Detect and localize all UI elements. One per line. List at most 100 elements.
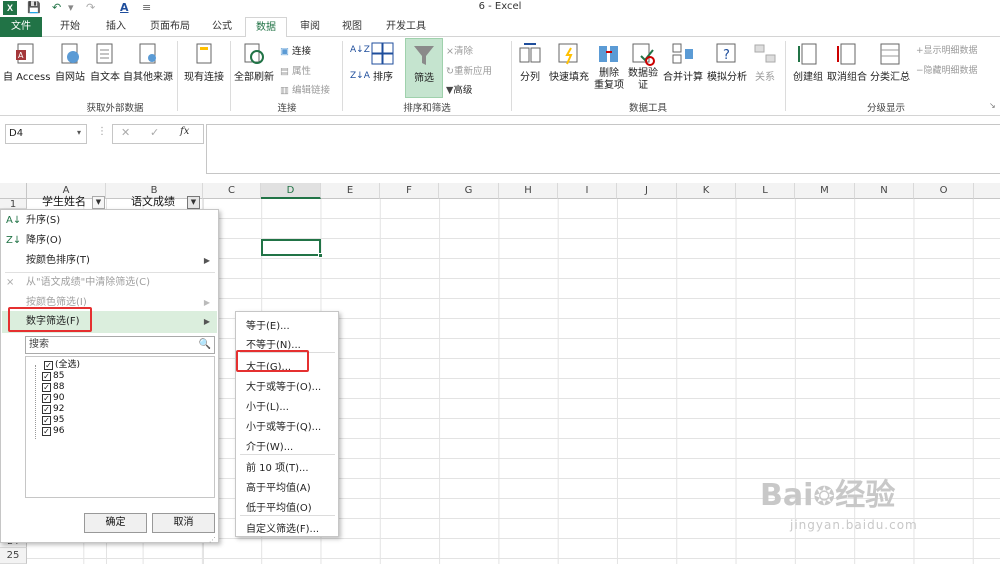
advanced-button[interactable]: ▼高级 xyxy=(446,82,472,96)
relationships-button[interactable]: 关系 xyxy=(750,42,780,83)
edit-links-button[interactable]: ▥ 编辑链接 xyxy=(280,82,330,96)
row-header-25[interactable]: 25 xyxy=(0,548,27,564)
web-icon xyxy=(61,43,79,64)
column-header-h[interactable]: H xyxy=(499,183,558,199)
tab-review[interactable]: 审阅 xyxy=(292,17,328,37)
insert-function-button[interactable]: fx xyxy=(180,126,189,137)
remove-duplicates-button[interactable]: 删除 重复项 xyxy=(592,42,626,92)
column-header-f[interactable]: F xyxy=(380,183,439,199)
tab-insert[interactable]: 插入 xyxy=(96,17,136,37)
below-average-item[interactable]: 低于平均值(O) xyxy=(246,499,312,514)
name-box[interactable]: D4 xyxy=(5,124,87,144)
resize-grip-icon[interactable]: ⋰ xyxy=(209,536,216,544)
from-text-label: 自文本 xyxy=(90,72,120,83)
existing-connections-button[interactable]: 现有连接 xyxy=(181,42,227,83)
from-text-button[interactable]: 自文本 xyxy=(88,42,122,83)
column-header-n[interactable]: N xyxy=(855,183,914,199)
not-equals-item[interactable]: 不等于(N)... xyxy=(246,336,301,351)
column-header-j[interactable]: J xyxy=(617,183,677,199)
between-item[interactable]: 介于(W)... xyxy=(246,438,293,453)
tab-formulas[interactable]: 公式 xyxy=(204,17,240,37)
cancel-button[interactable]: 取消 xyxy=(152,513,215,533)
ungroup-button[interactable]: 取消组合 xyxy=(826,42,868,83)
dialog-launcher-icon[interactable]: ↘ xyxy=(989,101,996,110)
more-options-icon[interactable]: ⋮ xyxy=(97,126,107,137)
show-detail-button[interactable]: +显示明细数据 xyxy=(916,43,978,56)
column-header-k[interactable]: K xyxy=(677,183,736,199)
column-header-e[interactable]: E xyxy=(321,183,380,199)
what-if-analysis-button[interactable]: ? 模拟分析 xyxy=(705,42,749,83)
hide-detail-button[interactable]: −隐藏明细数据 xyxy=(916,63,978,76)
group-button[interactable]: 创建组 xyxy=(790,42,826,83)
connections-button[interactable]: ▣ 连接 xyxy=(280,43,311,57)
sort-button[interactable]: 排序 xyxy=(369,42,397,83)
filter-dropdown-b-icon[interactable]: ▼ xyxy=(187,196,200,209)
top-10-item[interactable]: 前 10 项(T)... xyxy=(246,459,309,474)
cancel-icon[interactable]: ✕ xyxy=(121,126,130,139)
custom-filter-item[interactable]: 自定义筛选(F)... xyxy=(246,520,319,535)
ok-button[interactable]: 确定 xyxy=(84,513,147,533)
data-validation-button[interactable]: 数据验 证 xyxy=(626,42,660,92)
list-item[interactable]: ✓ 92 xyxy=(42,404,64,415)
name-box-dropdown-icon[interactable]: ▾ xyxy=(77,128,81,137)
above-average-item[interactable]: 高于平均值(A) xyxy=(246,479,311,494)
less-or-equal-item[interactable]: 小于或等于(Q)... xyxy=(246,418,321,433)
clear-filter-item[interactable]: ⨯ 从"语文成绩"中清除筛选(C) xyxy=(2,273,217,293)
tab-home[interactable]: 开始 xyxy=(50,17,90,37)
list-item[interactable]: ✓ 88 xyxy=(42,382,64,393)
filter-button[interactable]: 筛选 xyxy=(405,38,443,98)
sort-by-color-item[interactable]: 按颜色排序(T) ▶ xyxy=(2,251,217,271)
flash-fill-button[interactable]: 快速填充 xyxy=(547,42,591,83)
list-item[interactable]: ✓ 96 xyxy=(42,426,64,437)
fill-handle[interactable] xyxy=(318,253,323,258)
tab-developer[interactable]: 开发工具 xyxy=(378,17,434,37)
column-header-g[interactable]: G xyxy=(439,183,499,199)
column-header-c[interactable]: C xyxy=(203,183,261,199)
column-header-i[interactable]: I xyxy=(558,183,617,199)
column-header-o[interactable]: O xyxy=(914,183,974,199)
sort-ascending-item[interactable]: A↓ 升序(S) xyxy=(2,211,217,231)
column-header-p[interactable] xyxy=(974,183,1000,199)
enter-icon[interactable]: ✓ xyxy=(150,126,159,139)
formula-input[interactable] xyxy=(206,124,1000,174)
filter-search-input[interactable]: 搜索 🔍 xyxy=(25,336,215,354)
from-web-button[interactable]: 自网站 xyxy=(52,42,88,83)
properties-button[interactable]: ▤ 属性 xyxy=(280,63,311,77)
what-if-label: 模拟分析 xyxy=(707,72,747,83)
sort-za-icon[interactable]: Z↓A xyxy=(350,71,370,81)
sort-descending-item[interactable]: Z↓ 降序(O) xyxy=(2,231,217,251)
tab-page-layout[interactable]: 页面布局 xyxy=(142,17,198,37)
column-header-l[interactable]: L xyxy=(736,183,795,199)
from-web-label: 自网站 xyxy=(55,72,85,83)
refresh-all-button[interactable]: 全部刷新 xyxy=(233,42,275,83)
column-header-m[interactable]: M xyxy=(795,183,855,199)
from-other-sources-button[interactable]: 自其他来源 xyxy=(122,42,174,83)
list-item[interactable]: ✓ 90 xyxy=(42,393,64,404)
tab-data[interactable]: 数据 xyxy=(245,17,287,38)
tab-file[interactable]: 文件 xyxy=(0,17,42,37)
subtotal-button[interactable]: 分类汇总 xyxy=(869,42,911,83)
sort-az-icon[interactable]: A↓Z xyxy=(350,45,370,55)
less-than-item[interactable]: 小于(L)... xyxy=(246,398,289,413)
from-access-button[interactable]: A 自 Access xyxy=(3,42,50,83)
consolidate-icon xyxy=(672,43,693,64)
text-to-columns-button[interactable]: 分列 xyxy=(516,42,544,83)
search-icon: 🔍 xyxy=(198,339,211,350)
filter-dropdown-a-icon[interactable]: ▼ xyxy=(92,196,105,209)
greater-or-equal-item[interactable]: 大于或等于(O)... xyxy=(246,378,321,393)
consolidate-button[interactable]: 合并计算 xyxy=(662,42,704,83)
row-header-1[interactable]: 1 xyxy=(0,199,27,210)
clear-filter-icon: ⨯ xyxy=(446,46,454,57)
column-header-d[interactable]: D xyxy=(261,183,321,199)
tab-view[interactable]: 视图 xyxy=(334,17,370,37)
equals-item[interactable]: 等于(E)... xyxy=(246,317,290,332)
reapply-button[interactable]: ↻重新应用 xyxy=(446,63,492,77)
clear-filter-button[interactable]: ⨯清除 xyxy=(446,43,473,57)
title-bar: X 💾 ↶ ▾ ↷ A ≡ 6 - Excel xyxy=(0,0,1000,17)
list-item[interactable]: ✓ 85 xyxy=(42,371,64,382)
list-item[interactable]: ✓ 95 xyxy=(42,415,64,426)
selected-cell-d4[interactable] xyxy=(261,239,321,256)
list-item-select-all[interactable]: ✓ (全选) xyxy=(44,360,80,371)
select-all-corner[interactable] xyxy=(0,183,27,199)
sort-icon xyxy=(371,42,394,65)
